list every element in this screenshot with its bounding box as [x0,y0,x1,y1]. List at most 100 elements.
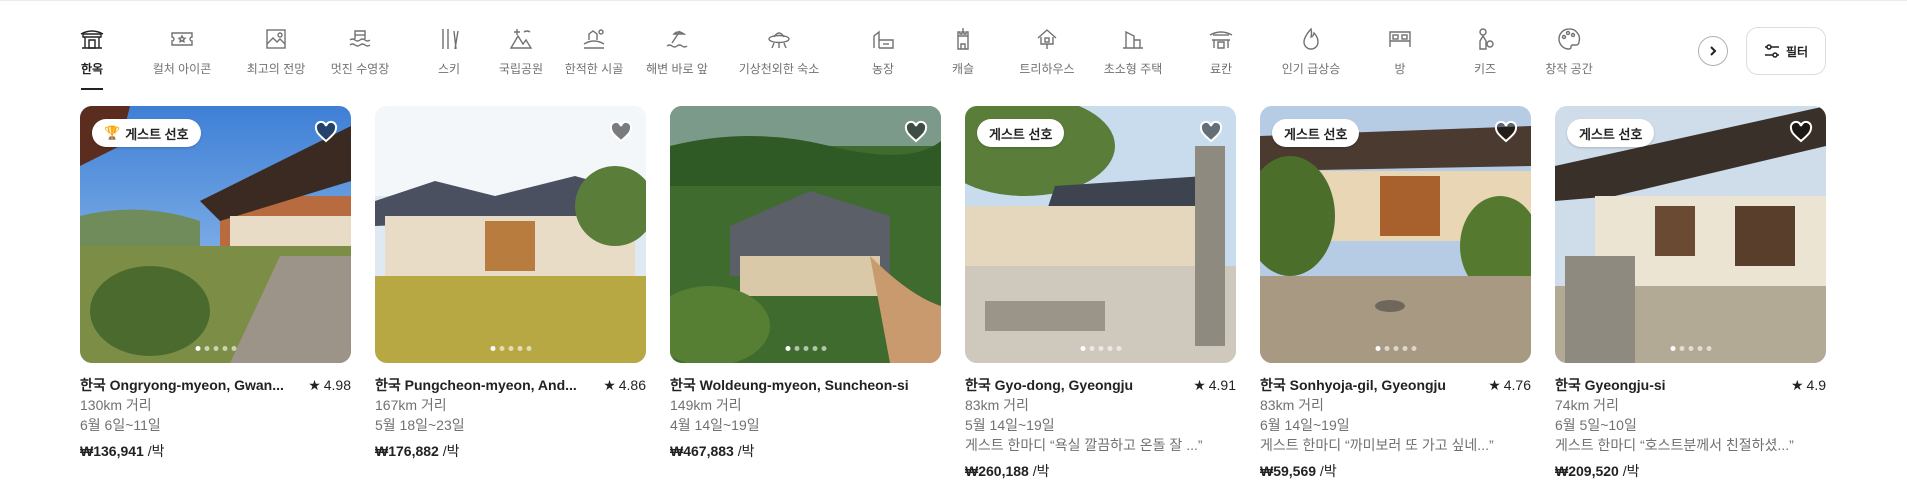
listing-photo[interactable]: 게스트 선호 [1555,106,1826,363]
listing-photo[interactable]: 게스트 선호 [965,106,1236,363]
guest-favorite-badge: 게스트 선호 [977,119,1065,147]
carousel-dots [1080,346,1121,351]
listing-image [375,106,646,363]
listing-rating: ★ 4.76 [1488,377,1531,393]
heart-icon[interactable] [1494,120,1518,144]
category-label: 기상천외한 숙소 [738,62,820,76]
treehouse-icon [1037,29,1057,49]
category-scroll-next-button[interactable] [1698,36,1728,66]
heart-icon[interactable] [314,120,338,144]
beachfront-icon [666,30,688,48]
filter-label: 필터 [1785,44,1809,59]
listing-dates: 5월 18일~23일 [375,417,465,433]
category-creative-spaces[interactable]: 창작 공간 [1514,26,1624,77]
guest-favorite-badge: 게스트 선호 [1567,119,1655,147]
heart-icon[interactable] [609,120,633,144]
category-beachfront[interactable]: 해변 바로 앞 [622,26,732,77]
listing-card[interactable]: 한국 Pungcheon-myeon, And... ★ 4.86 167km 거… [375,106,646,461]
heart-icon[interactable] [904,120,928,144]
listing-price: ₩209,520 /박 [1555,463,1640,479]
category-label: 트리하우스 [1019,62,1075,76]
listing-distance: 149km 거리 [670,397,742,413]
category-label: 한적한 시골 [564,62,624,76]
listing-review: 게스트 한마디 “욕실 깔끔하고 온돌 잘 ...” [965,437,1203,453]
palette-icon [1558,28,1581,50]
listing-rating: ★ 4.91 [1193,377,1236,393]
listing-title: 한국 Pungcheon-myeon, And... [375,377,577,393]
listing-price: ₩467,883 /박 [670,443,755,459]
filter-button[interactable]: 필터 [1746,27,1826,75]
trophy-icon: 🏆 [104,125,121,140]
listing-rating: ★ 4.98 [308,377,351,393]
view-frame-icon [266,29,286,49]
listing-dates: 5월 14일~19일 [965,417,1055,433]
category-label: 국립공원 [498,62,544,76]
listing-dates: 6월 5일~10일 [1555,417,1637,433]
listing-rating: ★ 4.86 [603,377,646,393]
listing-photo[interactable] [375,106,646,363]
listing-dates: 6월 6일~11일 [80,417,161,433]
listing-rating: ★ 4.9 [1790,377,1826,393]
listing-title: 한국 Gyo-dong, Gyeongju [965,377,1134,393]
carousel-dots [785,346,826,351]
listing-price: ₩176,882 /박 [375,443,460,459]
listing-distance: 83km 거리 [965,397,1029,413]
star-icon: ★ [308,377,321,393]
listing-card[interactable]: 게스트 선호 한국 Gyeongju-si ★ 4.9 74km 거리 6월 5일… [1555,106,1826,481]
listing-review: 게스트 한마디 “까미보러 또 가고 싶네...” [1260,437,1494,453]
category-label: 키즈 [1473,62,1497,76]
category-label: 컬처 아이콘 [152,62,212,76]
carousel-dots [1670,346,1711,351]
listing-title: 한국 Gyeongju-si [1555,377,1666,393]
listing-dates: 6월 14일~19일 [1260,417,1350,433]
listing-photo[interactable]: 게스트 선호 [1260,106,1531,363]
category-label: 한옥 [80,62,104,76]
listing-title: 한국 Woldeung-myeon, Suncheon-si [670,377,909,393]
listing-card[interactable]: 게스트 선호 한국 Gyo-dong, Gyeongju ★ 4.91 83km … [965,106,1236,481]
listing-card[interactable]: 한국 Woldeung-myeon, Suncheon-si 149km 거리 … [670,106,941,461]
category-label: 초소형 주택 [1103,62,1163,76]
star-icon: ★ [1193,377,1206,393]
listing-title: 한국 Sonhyoja-gil, Gyeongju [1260,377,1446,393]
kids-icon [1479,28,1494,50]
category-label: 해변 바로 앞 [646,62,708,76]
listing-review: 게스트 한마디 “호스트분께서 친절하셨...” [1555,437,1794,453]
farm-icon [873,30,894,49]
pool-icon [349,30,371,47]
listing-dates: 4월 14일~19일 [670,417,760,433]
category-label: 캐슬 [951,62,975,76]
ticket-icon [171,32,193,46]
carousel-dots [1375,346,1416,351]
star-icon: ★ [1488,377,1501,393]
star-icon: ★ [603,377,616,393]
listing-distance: 130km 거리 [80,397,152,413]
heart-icon[interactable] [1199,120,1223,144]
carousel-dots [490,346,531,351]
listing-card[interactable]: 게스트 선호 한국 Sonhyoja-gil, Gyeongju ★ 4.76 8… [1260,106,1531,481]
sliders-icon [1764,44,1779,58]
listing-photo[interactable]: 🏆 게스트 선호 [80,106,351,363]
guest-favorite-badge: 게스트 선호 [1272,119,1360,147]
tiny-house-icon [1123,30,1143,49]
national-park-icon [509,29,533,49]
category-label: 멋진 수영장 [330,62,390,76]
carousel-dots [195,346,236,351]
listing-distance: 83km 거리 [1260,397,1324,413]
listing-distance: 167km 거리 [375,397,447,413]
category-omg[interactable]: 기상천외한 숙소 [724,26,834,77]
listing-price: ₩260,188 /박 [965,463,1050,479]
listing-photo[interactable] [670,106,941,363]
category-label: 스키 [437,62,461,76]
category-label: 료칸 [1209,62,1233,76]
heart-icon[interactable] [1789,120,1813,144]
listing-distance: 74km 거리 [1555,397,1619,413]
listing-title: 한국 Ongryong-myeon, Gwan... [80,377,284,393]
listing-price: ₩59,569 /박 [1260,463,1337,479]
category-label: 창작 공간 [1545,62,1593,76]
category-bar: 한옥 컬처 아이콘 최고의 전망 멋진 수영장 스키 국립공원 한적한 시골 해… [80,22,1680,90]
flame-icon [1303,27,1319,50]
listing-card[interactable]: 🏆 게스트 선호 한국 Ongryong-myeon, Gwan... ★ 4.9… [80,106,351,461]
category-label: 농장 [871,62,895,76]
listing-image [670,106,941,363]
countryside-icon [583,29,605,49]
